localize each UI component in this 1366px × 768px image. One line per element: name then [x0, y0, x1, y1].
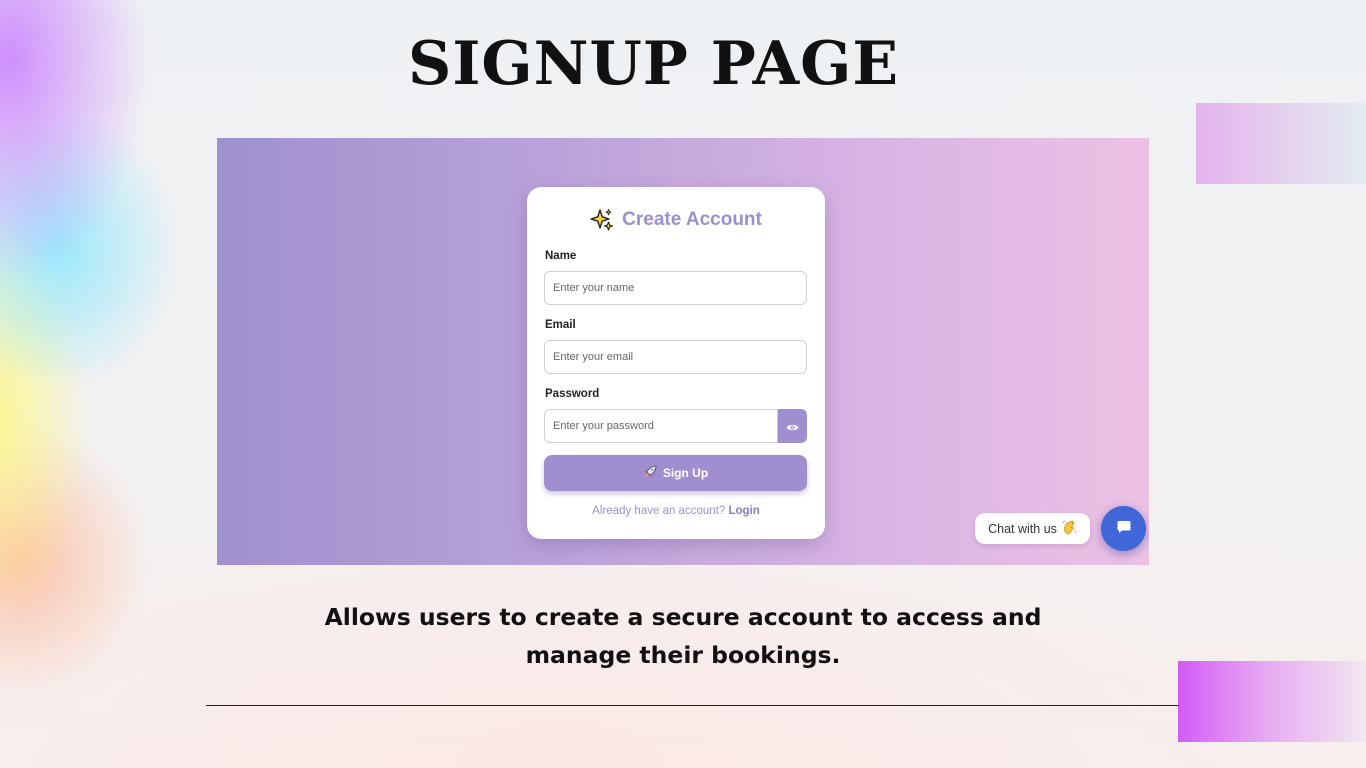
decorative-gradient-block-top [1196, 103, 1366, 184]
divider-line [206, 705, 1179, 706]
slide-caption: Allows users to create a secure account … [324, 603, 1042, 669]
chat-bubble-icon [1116, 519, 1132, 539]
login-prompt: Already have an account? Login [527, 505, 825, 517]
login-prompt-text: Already have an account? [592, 505, 726, 517]
chat-with-us-label[interactable]: Chat with us [975, 513, 1090, 544]
password-field[interactable] [544, 409, 778, 443]
password-label: Password [545, 388, 600, 400]
name-label: Name [545, 250, 577, 262]
email-label: Email [545, 319, 576, 331]
eye-icon [786, 417, 799, 436]
signup-screenshot: Create Account Name Email Password [217, 138, 1149, 565]
card-title: Create Account [527, 205, 825, 235]
name-field[interactable] [544, 271, 807, 305]
decorative-gradient-block-bottom [1178, 661, 1366, 742]
sign-up-button[interactable]: Sign Up [544, 455, 807, 491]
rocket-icon [643, 465, 657, 482]
chat-open-button[interactable] [1101, 506, 1146, 551]
chat-label-text: Chat with us [988, 521, 1057, 536]
email-field[interactable] [544, 340, 807, 374]
sparkles-icon [590, 208, 614, 232]
card-title-text: Create Account [622, 209, 762, 230]
sign-up-label: Sign Up [662, 466, 709, 480]
signup-card: Create Account Name Email Password [527, 187, 825, 539]
slide-title: SIGNUP PAGE [408, 29, 900, 99]
login-link[interactable]: Login [728, 505, 759, 517]
waving-hand-icon [1062, 519, 1077, 538]
toggle-password-button[interactable] [778, 409, 807, 443]
